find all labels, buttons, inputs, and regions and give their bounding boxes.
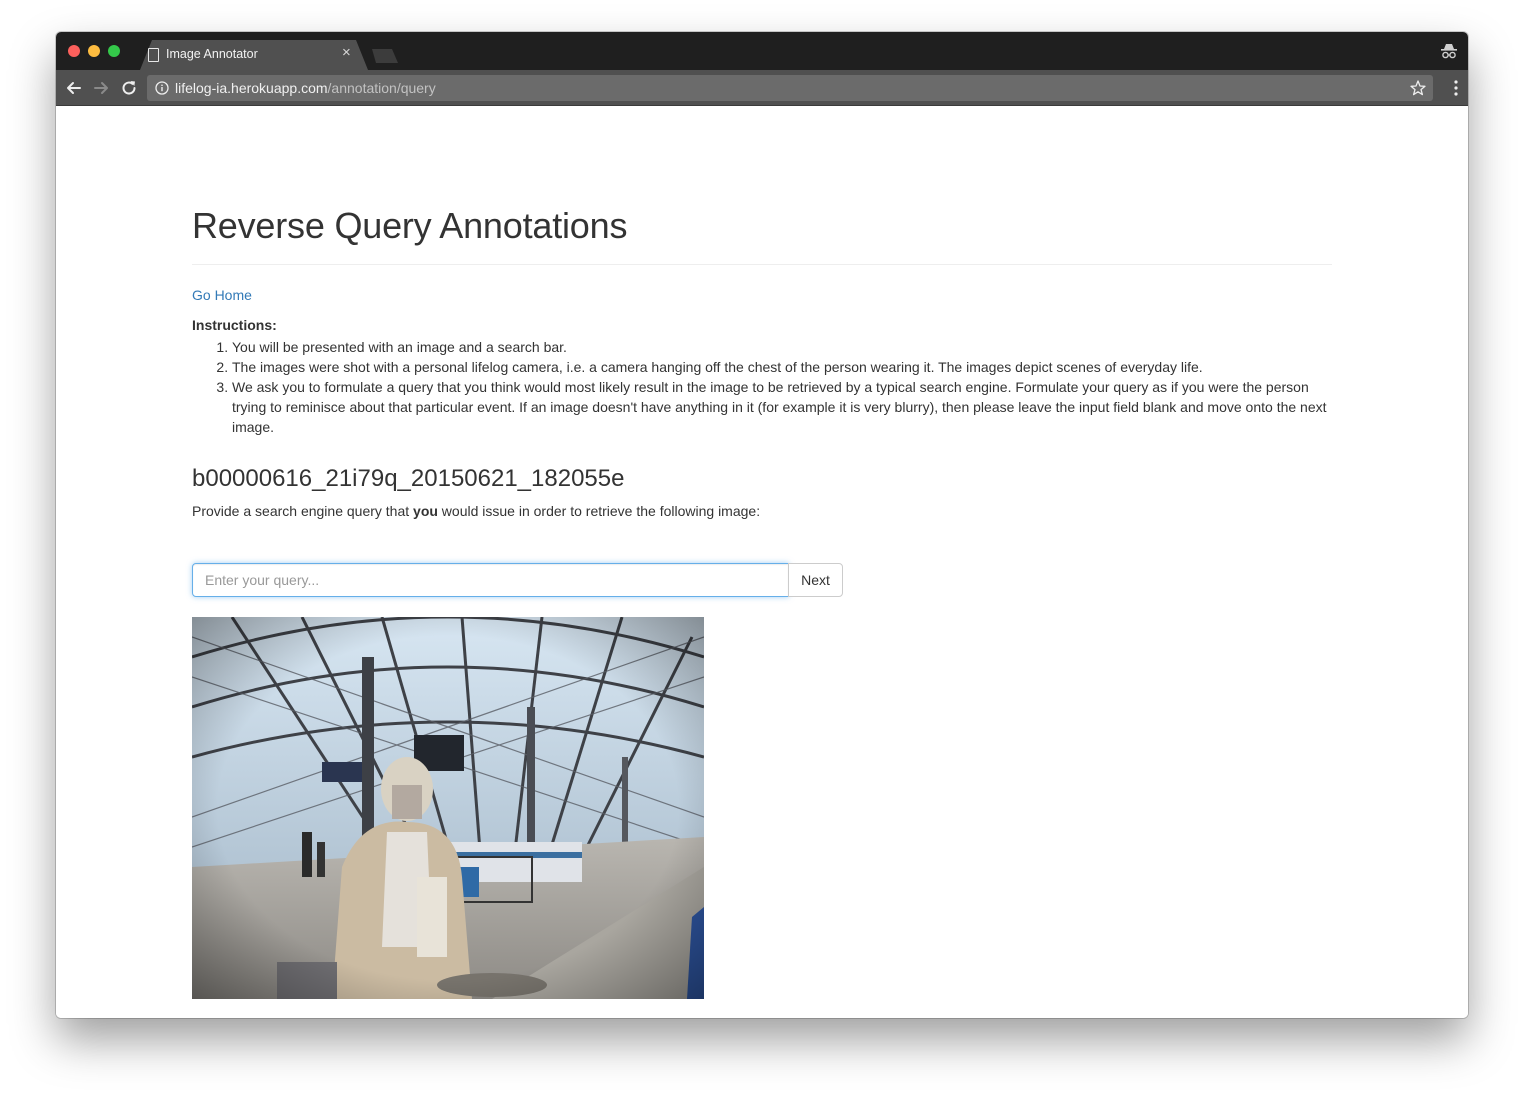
- instructions-label: Instructions:: [192, 317, 277, 333]
- next-button[interactable]: Next: [788, 563, 843, 597]
- incognito-icon: [1441, 44, 1457, 59]
- prompt-text: Provide a search engine query that: [192, 503, 414, 519]
- prompt-text: would issue in order to retrieve the fol…: [437, 503, 761, 519]
- document-icon: [148, 48, 159, 62]
- page-content: Reverse Query Annotations Go Home Instru…: [56, 106, 1468, 1018]
- instructions-list: You will be presented with an image and …: [232, 337, 1332, 437]
- back-arrow-icon[interactable]: [63, 77, 85, 99]
- instruction-item: The images were shot with a personal lif…: [232, 357, 1332, 377]
- instruction-item: You will be presented with an image and …: [232, 337, 1332, 357]
- url-text: lifelog-ia.herokuapp.com/annotation/quer…: [175, 80, 436, 96]
- instruction-item: We ask you to formulate a query that you…: [232, 377, 1332, 437]
- address-bar[interactable]: lifelog-ia.herokuapp.com/annotation/quer…: [147, 75, 1433, 101]
- tab-title: Image Annotator: [166, 47, 258, 61]
- url-host: lifelog-ia.herokuapp.com: [175, 80, 328, 96]
- tab-strip: Image Annotator ×: [56, 32, 1468, 70]
- minimize-window-button[interactable]: [88, 45, 100, 57]
- query-input[interactable]: [192, 563, 789, 597]
- page-title: Reverse Query Annotations: [192, 205, 628, 246]
- image-id-heading: b00000616_21i79q_20150621_182055e: [192, 465, 625, 492]
- lifelog-photo: [192, 617, 704, 999]
- star-icon[interactable]: [1409, 79, 1427, 97]
- url-path: /annotation/query: [327, 80, 436, 96]
- info-icon[interactable]: [155, 81, 169, 95]
- divider: [192, 264, 1332, 265]
- browser-window: Image Annotator × lifelog-ia.herokuapp.c…: [56, 32, 1468, 1018]
- browser-toolbar: lifelog-ia.herokuapp.com/annotation/quer…: [56, 70, 1468, 106]
- forward-arrow-icon[interactable]: [90, 77, 112, 99]
- new-tab-button[interactable]: [372, 49, 398, 63]
- maximize-window-button[interactable]: [108, 45, 120, 57]
- reload-icon[interactable]: [118, 77, 140, 99]
- query-prompt: Provide a search engine query that you w…: [192, 503, 760, 519]
- close-icon[interactable]: ×: [342, 45, 351, 60]
- more-vert-icon[interactable]: [1454, 78, 1458, 98]
- prompt-emphasis: you: [413, 503, 438, 519]
- query-input-group: Next: [192, 563, 843, 597]
- go-home-link[interactable]: Go Home: [192, 287, 252, 303]
- close-window-button[interactable]: [68, 45, 80, 57]
